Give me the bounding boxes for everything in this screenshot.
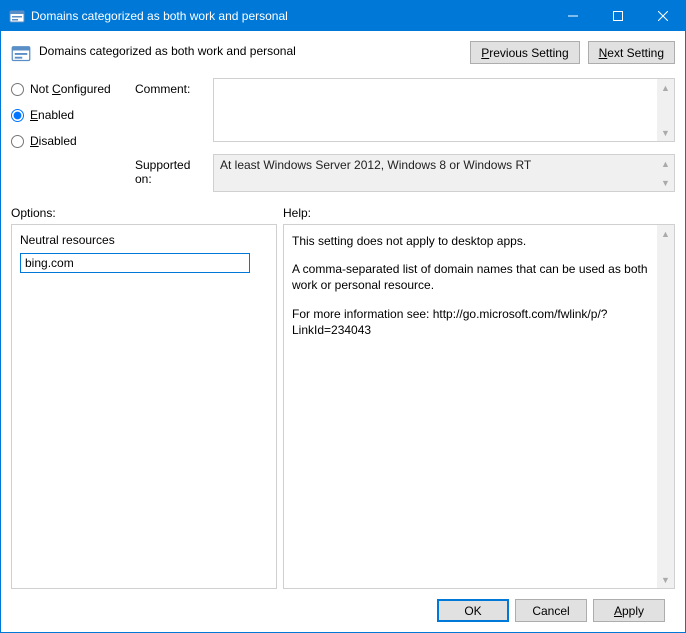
panel-headers: Options: Help: bbox=[11, 206, 675, 220]
maximize-button[interactable] bbox=[595, 1, 640, 31]
window-title: Domains categorized as both work and per… bbox=[31, 9, 550, 23]
previous-setting-button[interactable]: Previous Setting bbox=[470, 41, 579, 64]
neutral-resources-label: Neutral resources bbox=[20, 233, 268, 247]
policy-icon bbox=[9, 8, 25, 24]
comment-label: Comment: bbox=[135, 78, 207, 96]
radio-disabled[interactable]: Disabled bbox=[11, 134, 129, 148]
radio-enabled[interactable]: Enabled bbox=[11, 108, 129, 122]
help-header: Help: bbox=[283, 206, 311, 220]
radio-not-configured[interactable]: Not Configured bbox=[11, 82, 129, 96]
apply-button[interactable]: Apply bbox=[593, 599, 665, 622]
scroll-down-icon: ▼ bbox=[657, 174, 674, 191]
scrollbar[interactable]: ▲ ▼ bbox=[657, 225, 674, 588]
scroll-down-icon[interactable]: ▼ bbox=[657, 571, 674, 588]
radio-enabled-input[interactable] bbox=[11, 109, 24, 122]
scroll-down-icon[interactable]: ▼ bbox=[657, 124, 674, 141]
scrollbar[interactable]: ▲ ▼ bbox=[657, 79, 674, 141]
close-button[interactable] bbox=[640, 1, 685, 31]
page-title: Domains categorized as both work and per… bbox=[39, 41, 470, 58]
neutral-resources-input[interactable] bbox=[20, 253, 250, 273]
window-controls bbox=[550, 1, 685, 31]
scroll-up-icon[interactable]: ▲ bbox=[657, 79, 674, 96]
dialog-footer: OK Cancel Apply bbox=[11, 589, 675, 632]
header-row: Domains categorized as both work and per… bbox=[11, 41, 675, 64]
comment-textarea[interactable]: ▲ ▼ bbox=[213, 78, 675, 142]
help-line: This setting does not apply to desktop a… bbox=[292, 233, 650, 249]
help-panel: This setting does not apply to desktop a… bbox=[283, 224, 675, 589]
settings-grid: Not Configured Enabled Disabled Comment:… bbox=[11, 78, 675, 192]
radio-disabled-input[interactable] bbox=[11, 135, 24, 148]
policy-icon bbox=[11, 43, 31, 63]
dialog-content: Domains categorized as both work and per… bbox=[1, 31, 685, 632]
help-line: For more information see: http://go.micr… bbox=[292, 306, 650, 338]
scroll-up-icon: ▲ bbox=[657, 155, 674, 172]
supported-on-box: At least Windows Server 2012, Windows 8 … bbox=[213, 154, 675, 192]
nav-buttons: Previous Setting Next Setting bbox=[470, 41, 675, 64]
options-panel: Neutral resources bbox=[11, 224, 277, 589]
supported-on-text: At least Windows Server 2012, Windows 8 … bbox=[220, 158, 531, 172]
minimize-button[interactable] bbox=[550, 1, 595, 31]
help-text: This setting does not apply to desktop a… bbox=[292, 233, 650, 338]
supported-label: Supported on: bbox=[135, 154, 207, 186]
scrollbar: ▲ ▼ bbox=[657, 155, 674, 191]
radio-not-configured-input[interactable] bbox=[11, 83, 24, 96]
ok-button[interactable]: OK bbox=[437, 599, 509, 622]
panels: Neutral resources This setting does not … bbox=[11, 224, 675, 589]
options-header: Options: bbox=[11, 206, 283, 220]
help-line: A comma-separated list of domain names t… bbox=[292, 261, 650, 293]
titlebar: Domains categorized as both work and per… bbox=[1, 1, 685, 31]
scroll-up-icon[interactable]: ▲ bbox=[657, 225, 674, 242]
cancel-button[interactable]: Cancel bbox=[515, 599, 587, 622]
state-radios: Not Configured Enabled Disabled bbox=[11, 78, 129, 148]
next-setting-button[interactable]: Next Setting bbox=[588, 41, 675, 64]
